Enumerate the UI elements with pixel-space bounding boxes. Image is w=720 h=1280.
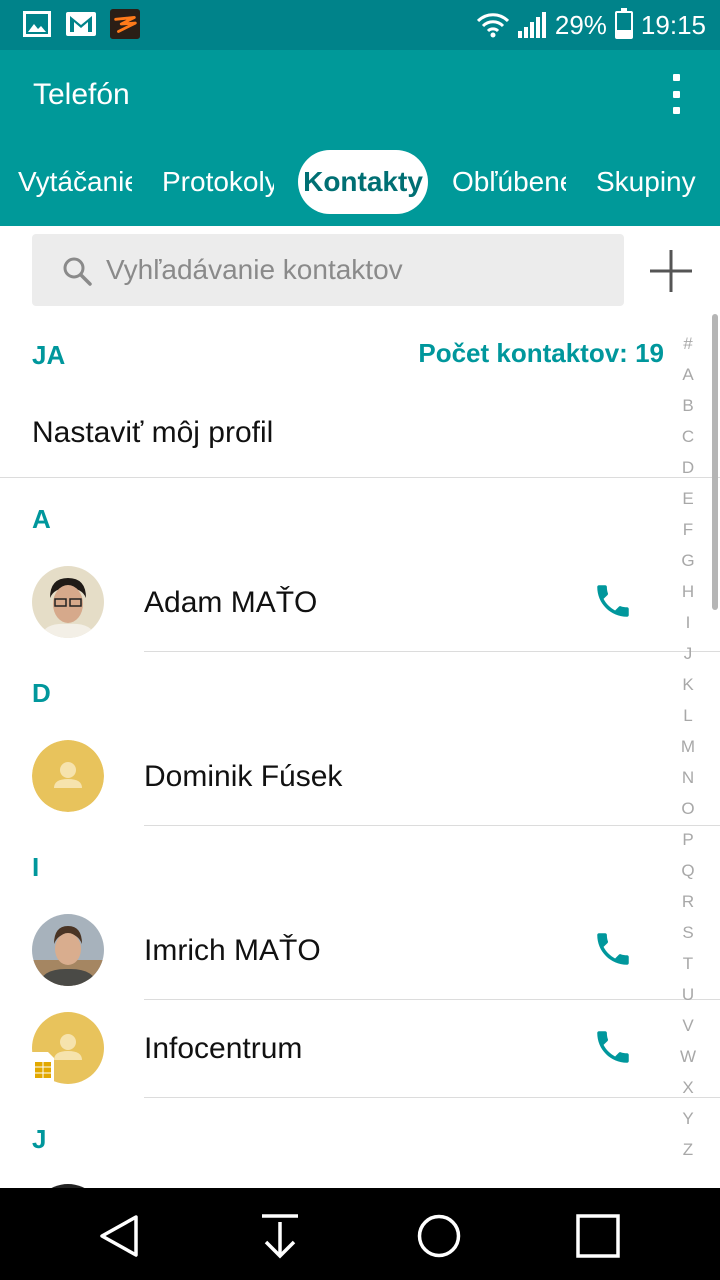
- contact-name[interactable]: Imrich MAŤO: [144, 934, 321, 968]
- battery-percent: 29%: [554, 9, 607, 40]
- section-header-a: A: [32, 504, 51, 534]
- index-letter[interactable]: E: [676, 483, 700, 514]
- app-notification-icon: [110, 9, 140, 39]
- index-letter[interactable]: I: [676, 607, 700, 638]
- contact-name[interactable]: Adam MAŤO: [144, 586, 317, 620]
- divider: [144, 825, 720, 826]
- notification-icons: [22, 9, 140, 39]
- index-letter[interactable]: U: [676, 979, 700, 1010]
- divider: [144, 999, 720, 1000]
- phone-icon[interactable]: [592, 928, 634, 970]
- index-letter[interactable]: J: [676, 638, 700, 669]
- index-letter[interactable]: M: [676, 731, 700, 762]
- index-letter[interactable]: V: [676, 1010, 700, 1041]
- home-icon[interactable]: [415, 1212, 463, 1260]
- tab-bar: Vytáčanie Protokoly Kontakty Obľúbené Sk…: [0, 150, 720, 214]
- index-letter[interactable]: P: [676, 824, 700, 855]
- index-letter[interactable]: G: [676, 545, 700, 576]
- search-icon: [63, 257, 92, 286]
- wifi-icon: [476, 13, 509, 38]
- status-bar: 29% 19:15: [0, 0, 720, 50]
- index-letter[interactable]: T: [676, 948, 700, 979]
- index-letter[interactable]: N: [676, 762, 700, 793]
- tab-contacts[interactable]: Kontakty: [298, 150, 428, 214]
- index-letter[interactable]: H: [676, 576, 700, 607]
- sim-card-icon: [32, 1052, 54, 1084]
- app-title: Telefón: [33, 78, 130, 111]
- index-letter[interactable]: #: [676, 328, 700, 359]
- phone-icon[interactable]: [592, 1026, 634, 1068]
- index-letter[interactable]: Y: [676, 1103, 700, 1134]
- section-header-d: D: [32, 678, 51, 708]
- gallery-icon: [22, 9, 52, 39]
- index-letter[interactable]: O: [676, 793, 700, 824]
- recents-icon[interactable]: [574, 1212, 622, 1260]
- section-header-j: J: [32, 1124, 47, 1154]
- index-letter[interactable]: F: [676, 514, 700, 545]
- search-bar: [32, 234, 624, 306]
- index-letter[interactable]: R: [676, 886, 700, 917]
- index-letter[interactable]: W: [676, 1041, 700, 1072]
- section-header-me: JA: [32, 340, 66, 370]
- avatar[interactable]: [32, 1012, 104, 1084]
- avatar[interactable]: [32, 566, 104, 638]
- contact-count: Počet kontaktov: 19: [418, 338, 664, 368]
- search-input[interactable]: [106, 234, 606, 306]
- avatar[interactable]: [32, 740, 104, 812]
- phone-icon[interactable]: [592, 580, 634, 622]
- contact-name[interactable]: Infocentrum: [144, 1032, 302, 1066]
- set-profile-item[interactable]: Nastaviť môj profil: [32, 416, 273, 450]
- index-letter[interactable]: K: [676, 669, 700, 700]
- index-letter[interactable]: X: [676, 1072, 700, 1103]
- index-letter[interactable]: A: [676, 359, 700, 390]
- tab-dialer[interactable]: Vytáčanie: [18, 150, 132, 214]
- alphabet-index[interactable]: # A B C D E F G H I J K L M N O P Q R S T U V W X Y Z: [676, 328, 700, 1165]
- index-letter[interactable]: B: [676, 390, 700, 421]
- section-header-i: I: [32, 852, 40, 882]
- navigation-bar: [0, 1188, 720, 1280]
- app-bar: Telefón Vytáčanie Protokoly Kontakty Obľ…: [0, 50, 720, 226]
- index-letter[interactable]: D: [676, 452, 700, 483]
- divider: [144, 651, 720, 652]
- contact-name[interactable]: Dominik Fúsek: [144, 760, 342, 794]
- avatar[interactable]: [32, 914, 104, 986]
- download-icon[interactable]: [256, 1212, 304, 1260]
- index-letter[interactable]: L: [676, 700, 700, 731]
- index-letter[interactable]: C: [676, 421, 700, 452]
- tab-groups[interactable]: Skupiny: [596, 150, 706, 214]
- add-contact-icon[interactable]: [648, 248, 694, 294]
- battery-icon: [614, 8, 633, 39]
- contact-list: JA Počet kontaktov: 19 Nastaviť môj prof…: [0, 316, 720, 1188]
- divider: [144, 1097, 720, 1098]
- more-vert-icon[interactable]: [668, 74, 684, 114]
- signal-icon: [517, 12, 546, 38]
- index-letter[interactable]: Z: [676, 1134, 700, 1165]
- gmail-icon: [66, 9, 96, 39]
- system-status: 29% 19:15: [476, 8, 706, 42]
- clock: 19:15: [640, 9, 706, 40]
- tab-favorites[interactable]: Obľúbené: [452, 150, 566, 214]
- index-letter[interactable]: S: [676, 917, 700, 948]
- tab-call-log[interactable]: Protokoly: [162, 150, 274, 214]
- scrollbar[interactable]: [712, 314, 718, 610]
- divider: [0, 477, 720, 478]
- index-letter[interactable]: Q: [676, 855, 700, 886]
- contacts-screen: 29% 19:15 Telefón Vytáčanie Protokoly Ko…: [0, 0, 720, 1280]
- back-icon[interactable]: [96, 1212, 144, 1260]
